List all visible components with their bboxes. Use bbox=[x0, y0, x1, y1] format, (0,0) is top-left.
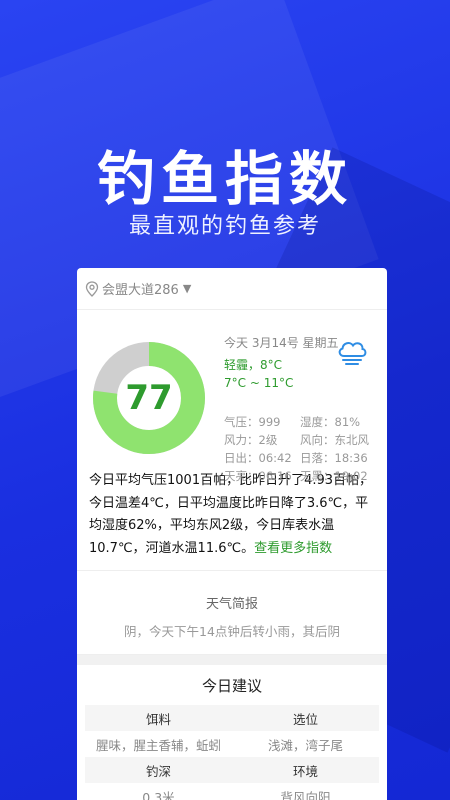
stat-dusk: 天黑：19:02 bbox=[300, 469, 368, 483]
weather-panel: 77 今天 3月14号 星期五 轻霾，8°C 7°C ~ 11°C 气压：999… bbox=[77, 310, 387, 483]
stat-wind-direction: 风向：东北风 bbox=[300, 433, 369, 447]
phone-card: 会盟大道286 ▼ 77 今天 3月14号 星期五 轻霾，8°C 7°C ~ 1… bbox=[77, 268, 387, 800]
weather-stats: 气压：999 湿度：81% 风力：2级 风向：东北风 日出：06:42 日落：1… bbox=[224, 414, 384, 484]
location-selector[interactable]: 会盟大道286 ▼ bbox=[77, 268, 387, 310]
advice-header-depth: 钓深 bbox=[85, 757, 232, 783]
stat-dawn: 天亮：06:16 bbox=[224, 469, 292, 483]
stat-humidity: 湿度：81% bbox=[300, 415, 361, 429]
location-text: 会盟大道286 bbox=[102, 283, 179, 298]
stat-pressure: 气压：999 bbox=[224, 415, 281, 429]
advice-value-depth: 0.3米 bbox=[142, 789, 175, 800]
stat-sunrise: 日出：06:42 bbox=[224, 451, 292, 465]
fishing-index-score: 77 bbox=[125, 378, 173, 418]
brief-title: 天气简报 bbox=[205, 597, 258, 612]
advice-value-spot: 浅滩，湾子尾 bbox=[267, 737, 343, 753]
temperature-range: 7°C ~ 11°C bbox=[224, 376, 294, 390]
advice-header-environment: 环境 bbox=[232, 757, 379, 783]
weather-brief: 天气简报 阴，今天下午14点钟后转小雨，其后阴 bbox=[77, 571, 387, 655]
advice-table: 饵料 选位 腥味，腥主香辅，蚯蚓 浅滩，湾子尾 钓深 环境 0.3米 背风向阳 bbox=[85, 705, 379, 800]
advice-header-spot: 选位 bbox=[232, 705, 379, 731]
stat-wind-force: 风力：2级 bbox=[224, 433, 278, 447]
hero-subtitle: 最直观的钓鱼参考 bbox=[128, 214, 321, 239]
stat-sunset: 日落：18:36 bbox=[300, 451, 368, 465]
section-divider bbox=[77, 655, 387, 665]
advice-value-environment: 背风向阳 bbox=[280, 789, 331, 800]
location-pin-icon bbox=[85, 280, 99, 297]
advice-value-bait: 腥味，腥主香辅，蚯蚓 bbox=[95, 737, 221, 753]
more-indices-link[interactable]: 查看更多指数 bbox=[254, 541, 332, 556]
brief-text: 阴，今天下午14点钟后转小雨，其后阴 bbox=[124, 624, 340, 639]
hero-title: 钓鱼指数 bbox=[96, 145, 353, 213]
advice-header-bait: 饵料 bbox=[85, 705, 232, 731]
cloud-fog-icon bbox=[338, 342, 367, 365]
dropdown-arrow-icon: ▼ bbox=[182, 282, 192, 295]
advice-title: 今日建议 bbox=[201, 677, 262, 695]
